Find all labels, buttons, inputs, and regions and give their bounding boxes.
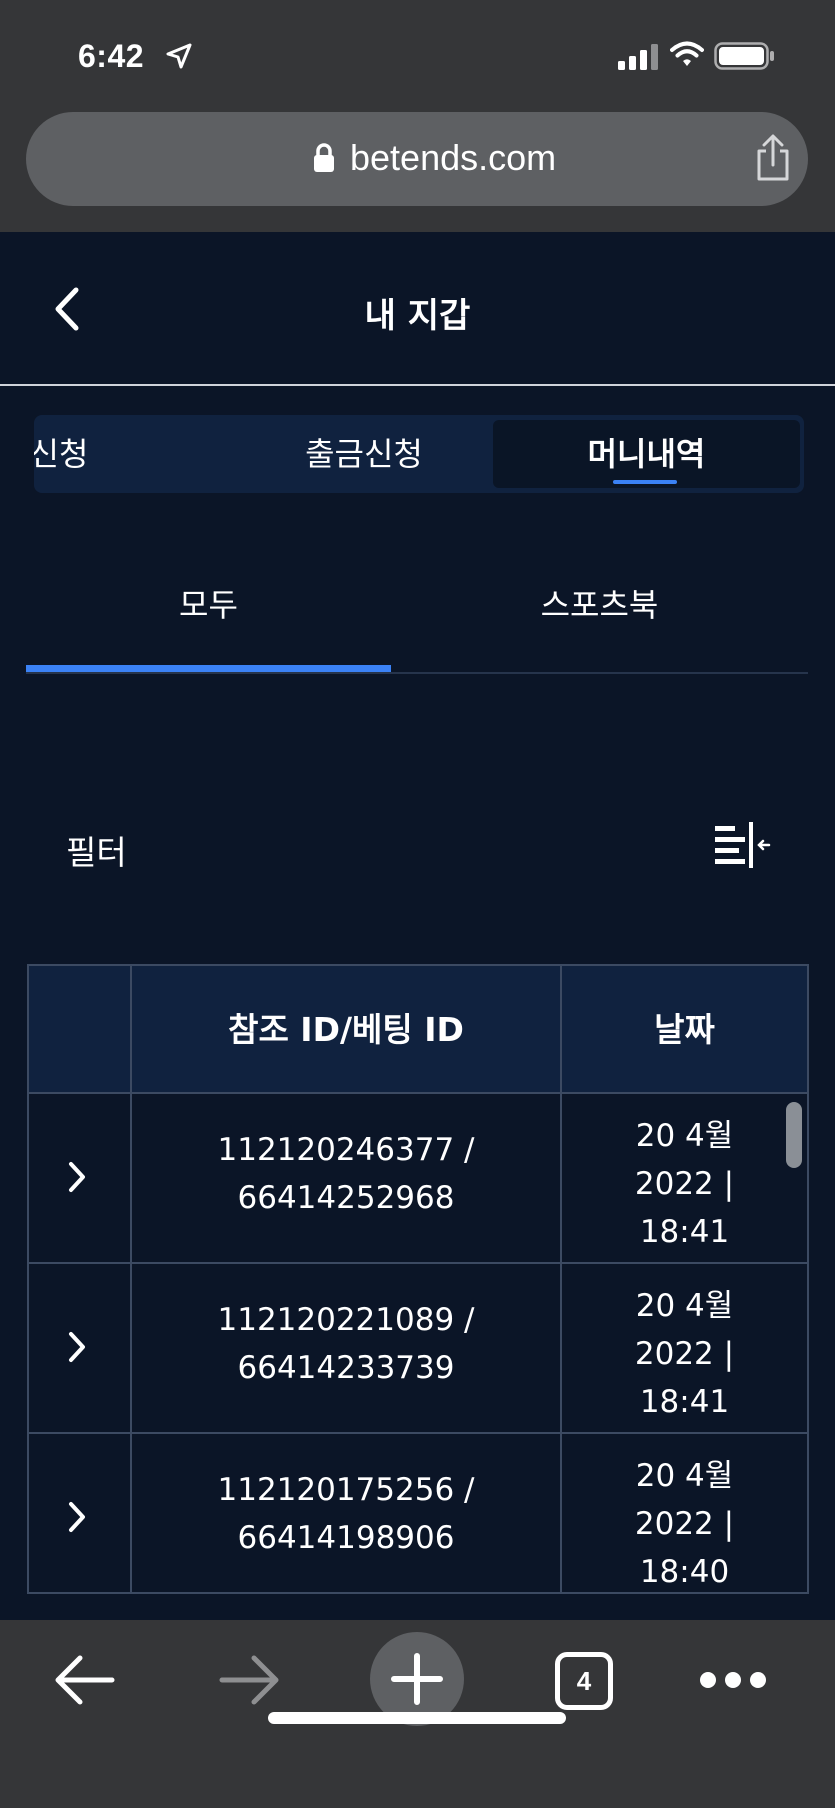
location-arrow-icon [166, 43, 192, 69]
date-year: 2022 | [634, 1336, 735, 1372]
forward-arrow-icon[interactable] [216, 1650, 284, 1710]
expand-chevron-icon[interactable] [67, 1500, 87, 1534]
col-header-ref-id: 참조 ID/베팅 ID [228, 1010, 464, 1049]
tabs-count-button[interactable]: 4 [555, 1652, 613, 1710]
date-time: 18:41 [639, 1384, 730, 1420]
expand-chevron-icon[interactable] [67, 1160, 87, 1194]
app-header: 내 지갑 [0, 232, 835, 386]
more-dots-icon[interactable] [698, 1670, 768, 1690]
column-divider [560, 966, 562, 1592]
table-header: 참조 ID/베팅 ID 날짜 [29, 966, 807, 1094]
sub-tabs: 모두 스포츠북 [26, 556, 808, 674]
subtab-sportsbook[interactable]: 스포츠북 [391, 580, 808, 630]
date-day-month: 20 4월 [635, 1118, 734, 1154]
table-row: 112120175256 / 66414198906 20 4월 2022 | … [29, 1436, 807, 1592]
bet-id: 66414252968 [237, 1180, 455, 1216]
ref-id: 112120246377 / [217, 1132, 475, 1168]
transactions-table: 참조 ID/베팅 ID 날짜 112120246377 / 6641425296… [27, 964, 809, 1594]
ref-id: 112120221089 / [217, 1302, 475, 1338]
date-cell: 20 4월 2022 | 18:41 [562, 1112, 807, 1256]
column-divider [130, 966, 132, 1592]
plus-icon [391, 1653, 443, 1705]
subtab-active-indicator [26, 665, 391, 672]
ref-bet-id-cell: 112120221089 / 66414233739 [132, 1296, 560, 1392]
ref-id: 112120175256 / [217, 1472, 475, 1508]
col-header-date: 날짜 [654, 1010, 715, 1049]
date-day-month: 20 4월 [635, 1458, 734, 1494]
url-text: betends.com [350, 137, 557, 178]
bet-id: 66414233739 [237, 1350, 455, 1386]
wallet-segment-tabs: 신청 출금신청 머니내역 [34, 415, 804, 493]
filter-label[interactable]: 필터 [66, 826, 127, 874]
ref-bet-id-cell: 112120246377 / 66414252968 [132, 1126, 560, 1222]
table-scrollbar[interactable] [786, 1102, 802, 1168]
lock-icon [314, 143, 334, 172]
date-cell: 20 4월 2022 | 18:40 [562, 1452, 807, 1592]
back-arrow-icon[interactable] [50, 1650, 118, 1710]
battery-icon [714, 42, 774, 70]
table-row: 112120246377 / 66414252968 20 4월 2022 | … [29, 1096, 807, 1264]
tab-deposit-request[interactable]: 신청 [34, 415, 124, 493]
date-day-month: 20 4월 [635, 1288, 734, 1324]
date-time: 18:41 [639, 1214, 730, 1250]
wifi-icon [670, 41, 704, 66]
ref-bet-id-cell: 112120175256 / 66414198906 [132, 1466, 560, 1562]
page-title: 내 지갑 [364, 296, 471, 336]
cellular-signal-icon [618, 44, 658, 70]
share-icon[interactable] [753, 134, 793, 182]
tab-withdraw-request[interactable]: 출금신청 [214, 415, 514, 493]
tab-money-history[interactable]: 머니내역 [493, 420, 800, 488]
browser-top-chrome: 6:42 betends.com [0, 0, 835, 232]
table-row: 112120221089 / 66414233739 20 4월 2022 | … [29, 1266, 807, 1434]
expand-chevron-icon[interactable] [67, 1330, 87, 1364]
date-year: 2022 | [634, 1506, 735, 1542]
date-cell: 20 4월 2022 | 18:41 [562, 1282, 807, 1426]
date-time: 18:40 [639, 1554, 730, 1590]
filter-toggle-icon[interactable] [715, 822, 771, 870]
active-tab-underline [613, 480, 677, 484]
home-indicator [268, 1712, 566, 1724]
status-time: 6:42 [78, 38, 145, 74]
subtab-all[interactable]: 모두 [26, 580, 391, 630]
bet-id: 66414198906 [237, 1520, 455, 1556]
date-year: 2022 | [634, 1166, 735, 1202]
address-bar[interactable]: betends.com [26, 112, 808, 206]
